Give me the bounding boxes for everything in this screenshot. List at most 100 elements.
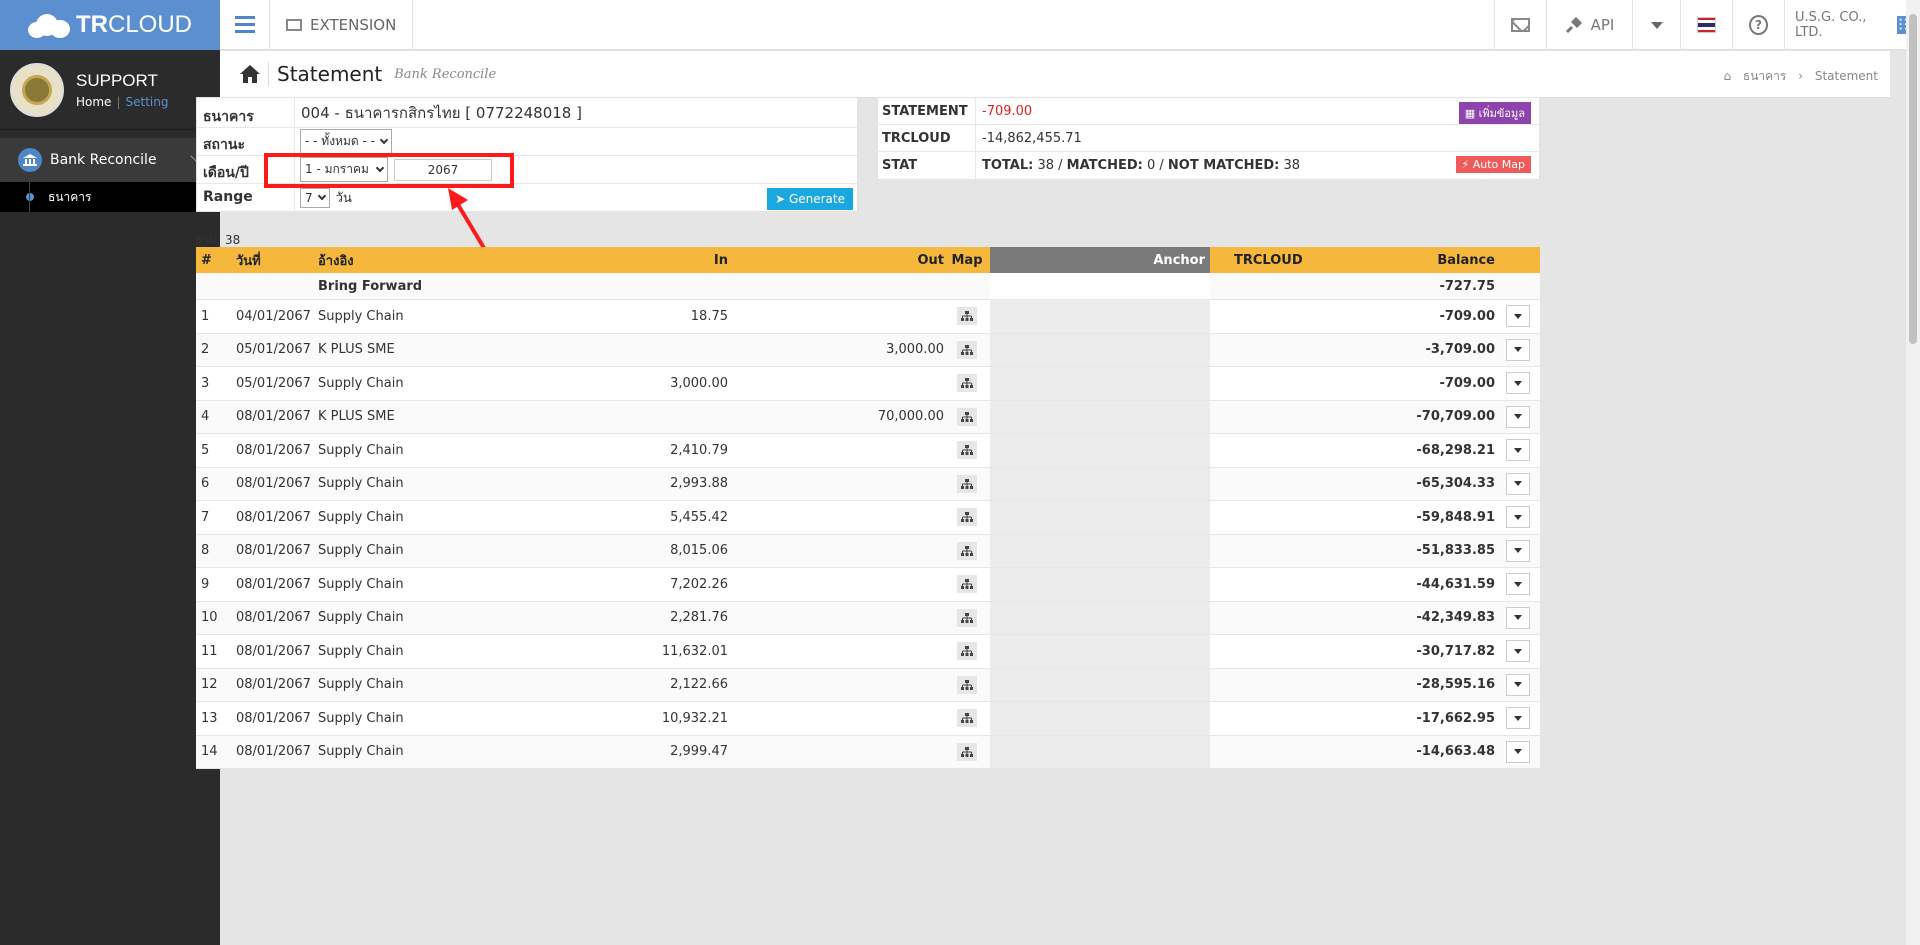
header-out: Out xyxy=(917,252,944,268)
table-row: 4 08/01/2067 K PLUS SME 70,000.00 -70,709.00 xyxy=(196,400,1540,434)
cell-no: 6 xyxy=(201,476,210,492)
map-sitemap-icon[interactable] xyxy=(957,541,977,560)
map-sitemap-icon[interactable] xyxy=(957,675,977,694)
cell-no: 7 xyxy=(201,509,210,525)
row-action-dropdown[interactable] xyxy=(1505,405,1530,428)
row-action-dropdown[interactable] xyxy=(1505,305,1530,328)
help-button[interactable]: ? xyxy=(1732,0,1784,50)
sidebar-subitem-bank[interactable]: ธนาคาร xyxy=(0,182,220,212)
page-subtitle: Bank Reconcile xyxy=(394,66,497,82)
map-sitemap-icon[interactable] xyxy=(957,642,977,661)
language-button[interactable] xyxy=(1680,0,1732,50)
home-link[interactable]: Home xyxy=(76,95,111,109)
cell-in: 2,999.47 xyxy=(670,744,728,760)
bring-forward-row: Bring Forward -727.75 xyxy=(196,273,1540,300)
caret-down-icon xyxy=(1650,21,1663,29)
thai-flag-icon xyxy=(1697,17,1716,33)
cell-in: 5,455.42 xyxy=(670,509,728,525)
row-action-dropdown[interactable] xyxy=(1505,472,1530,495)
row-action-dropdown[interactable] xyxy=(1505,707,1530,730)
map-sitemap-icon[interactable] xyxy=(957,742,977,761)
extension-button[interactable]: EXTENSION xyxy=(270,0,414,50)
map-sitemap-icon[interactable] xyxy=(957,407,977,426)
cell-date: 08/01/2067 xyxy=(236,710,311,726)
home-icon[interactable] xyxy=(240,65,260,83)
cell-ref: Supply Chain xyxy=(318,476,404,492)
map-sitemap-icon[interactable] xyxy=(957,474,977,493)
breadcrumb-home-icon[interactable]: ⌂ xyxy=(1723,69,1731,83)
status-label: สถานะ xyxy=(197,128,295,155)
sidebar-item-bank-reconcile[interactable]: Bank Reconcile xyxy=(0,138,220,182)
range-select[interactable]: 7 xyxy=(300,187,330,208)
app-logo[interactable]: TRCLOUD xyxy=(0,0,220,50)
caret-down-icon xyxy=(1513,380,1522,386)
map-sitemap-icon[interactable] xyxy=(957,374,977,393)
caret-down-icon xyxy=(1513,581,1522,587)
row-action-dropdown[interactable] xyxy=(1505,372,1530,395)
menu-toggle-icon[interactable] xyxy=(220,0,270,50)
cell-ref: Supply Chain xyxy=(318,710,404,726)
cell-ref: Supply Chain xyxy=(318,576,404,592)
cell-ref: Supply Chain xyxy=(318,442,404,458)
map-sitemap-icon[interactable] xyxy=(957,709,977,728)
mail-button[interactable] xyxy=(1494,0,1546,50)
company-switcher[interactable]: U.S.G. CO., LTD. xyxy=(1784,0,1920,50)
brand-name: TRCLOUD xyxy=(75,11,192,38)
row-action-dropdown[interactable] xyxy=(1505,539,1530,562)
company-name: U.S.G. CO., LTD. xyxy=(1795,10,1867,40)
dropdown-button[interactable] xyxy=(1632,0,1680,50)
table-row: 12 08/01/2067 Supply Chain 2,122.66 -28,595.… xyxy=(196,668,1540,702)
row-action-dropdown[interactable] xyxy=(1505,740,1530,763)
cell-date: 08/01/2067 xyxy=(236,610,311,626)
bullet-icon xyxy=(26,193,34,201)
caret-down-icon xyxy=(1513,749,1522,755)
cell-in: 18.75 xyxy=(690,308,728,324)
api-button[interactable]: API xyxy=(1546,0,1632,50)
add-data-button[interactable]: ▦ เพิ่มข้อมูล xyxy=(1458,102,1531,124)
bank-icon xyxy=(18,148,42,172)
cell-ref: Supply Chain xyxy=(318,543,404,559)
cell-anchor xyxy=(990,735,1210,768)
row-action-dropdown[interactable] xyxy=(1505,506,1530,529)
row-action-dropdown[interactable] xyxy=(1505,640,1530,663)
row-action-dropdown[interactable] xyxy=(1505,673,1530,696)
cloud-icon xyxy=(27,12,72,38)
cell-balance: -65,304.33 xyxy=(1416,476,1495,492)
statement-value: -709.00 xyxy=(982,103,1033,119)
cell-anchor xyxy=(990,501,1210,534)
sidebar: TRCLOUD SUPPORT Home | Setting Bank Reconc… xyxy=(0,0,220,945)
table-row: 3 05/01/2067 Supply Chain 3,000.00 -709.00 xyxy=(196,367,1540,401)
cell-in: 2,122.66 xyxy=(670,677,728,693)
cell-date: 08/01/2067 xyxy=(236,677,311,693)
cell-ref: Supply Chain xyxy=(318,308,404,324)
generate-button[interactable]: ➤ Generate xyxy=(767,188,853,210)
map-sitemap-icon[interactable] xyxy=(957,340,977,359)
page-header: Statement Bank Reconcile ⌂ ธนาคาร › Stat… xyxy=(220,51,1890,98)
breadcrumb-bank[interactable]: ธนาคาร xyxy=(1743,69,1786,83)
caret-down-icon xyxy=(1513,715,1522,721)
cell-anchor xyxy=(990,702,1210,735)
scrollbar[interactable] xyxy=(1906,0,1920,945)
status-select[interactable]: - - ทั้งหมด - - xyxy=(300,129,392,154)
row-action-dropdown[interactable] xyxy=(1505,338,1530,361)
cell-anchor xyxy=(990,467,1210,500)
header-anchor: Anchor xyxy=(990,247,1210,273)
caret-down-icon xyxy=(1513,548,1522,554)
cell-ref: Supply Chain xyxy=(318,610,404,626)
map-sitemap-icon[interactable] xyxy=(957,508,977,527)
cell-anchor xyxy=(990,635,1210,668)
row-action-dropdown[interactable] xyxy=(1505,606,1530,629)
map-sitemap-icon[interactable] xyxy=(957,307,977,326)
table-row: 10 08/01/2067 Supply Chain 2,281.76 -42,349.… xyxy=(196,601,1540,635)
cell-in: 10,932.21 xyxy=(661,710,728,726)
map-sitemap-icon[interactable] xyxy=(957,608,977,627)
row-action-dropdown[interactable] xyxy=(1505,439,1530,462)
map-sitemap-icon[interactable] xyxy=(957,575,977,594)
cell-no: 4 xyxy=(201,409,210,425)
setting-link[interactable]: Setting xyxy=(125,95,168,109)
cell-ref: Supply Chain xyxy=(318,643,404,659)
map-sitemap-icon[interactable] xyxy=(957,441,977,460)
row-action-dropdown[interactable] xyxy=(1505,573,1530,596)
stat-values: TOTAL: 38 / MATCHED: 0 / NOT MATCHED: 38 xyxy=(982,158,1301,173)
auto-map-button[interactable]: ⚡ Auto Map xyxy=(1455,156,1531,173)
